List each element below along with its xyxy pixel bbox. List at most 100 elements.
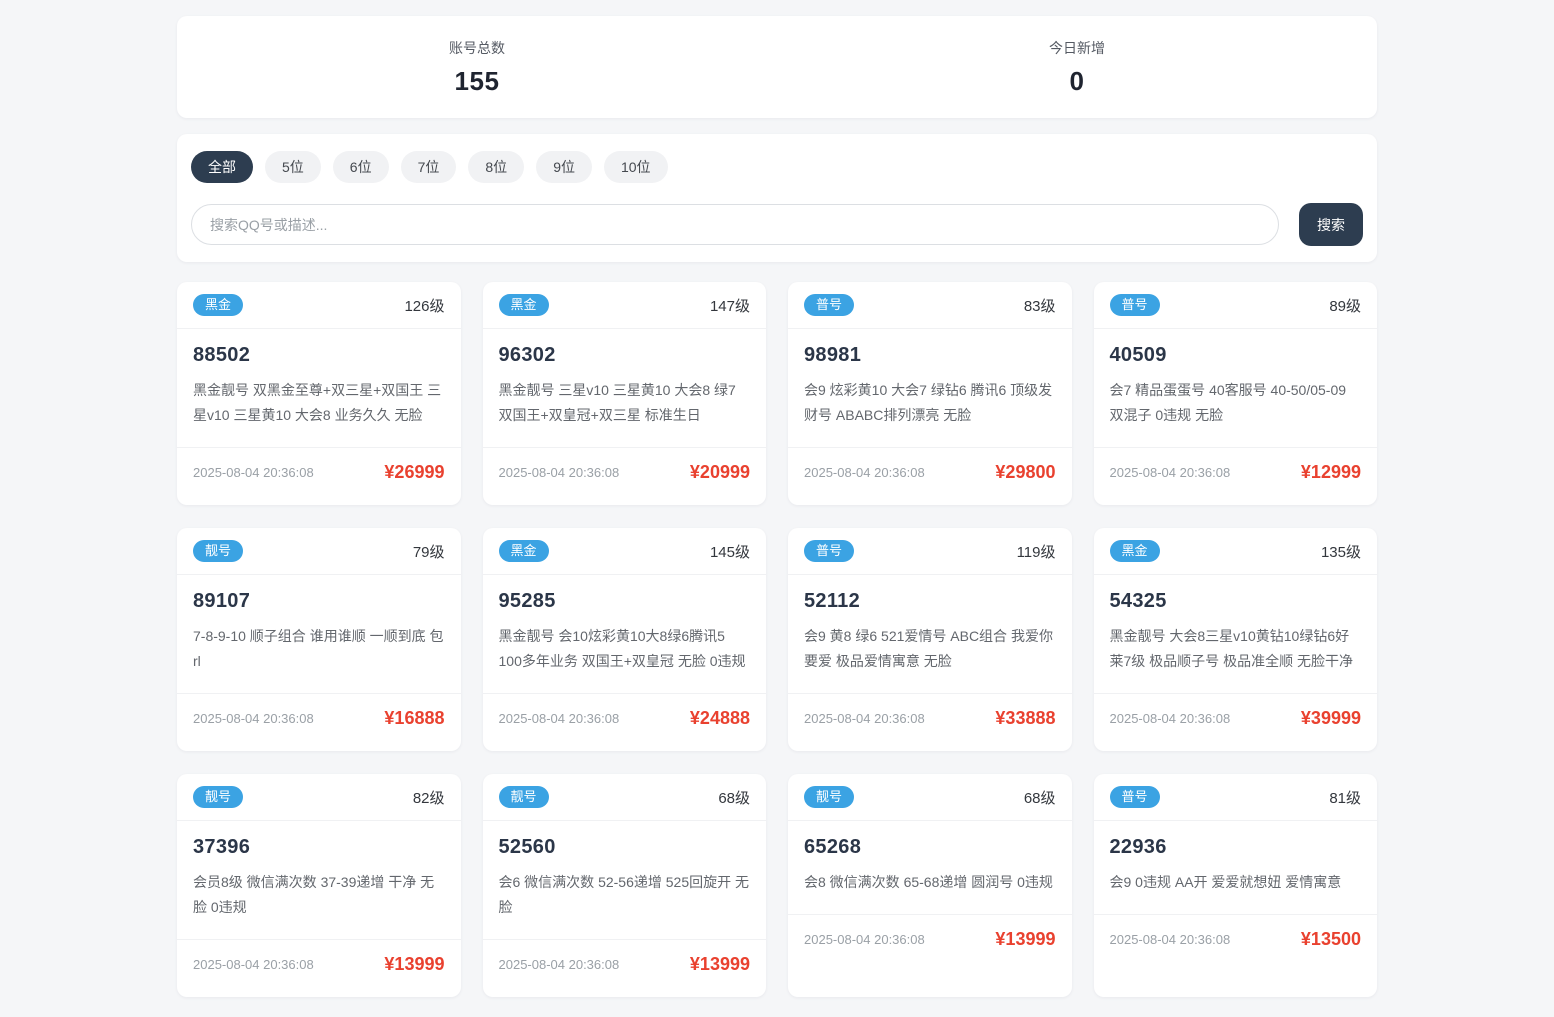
account-type-badge: 黑金 xyxy=(1109,540,1160,562)
account-type-badge: 靓号 xyxy=(498,786,549,808)
qq-number: 88502 xyxy=(193,344,251,366)
card-header: 靓号 79级 xyxy=(177,528,461,575)
card-header: 靓号 68级 xyxy=(482,774,766,821)
account-card[interactable]: 靓号 82级 37396 会员8级 微信满次数 37-39递增 干净 无脸 0违… xyxy=(177,774,461,997)
card-footer: 2025-08-04 20:36:08 ¥13999 xyxy=(177,938,461,989)
listing-timestamp: 2025-08-04 20:36:08 xyxy=(193,710,314,726)
account-level: 82级 xyxy=(412,789,445,807)
account-description: 黑金靓号 会10炫彩黄10大8绿6腾讯5 100多年业务 双国王+双皇冠 无脸 … xyxy=(498,628,746,669)
account-price: ¥12999 xyxy=(1300,461,1361,482)
card-footer: 2025-08-04 20:36:08 ¥26999 xyxy=(177,446,461,497)
account-level: 81级 xyxy=(1329,789,1361,807)
qq-number: 54325 xyxy=(1109,590,1167,612)
card-header: 靓号 68级 xyxy=(788,774,1072,821)
card-footer: 2025-08-04 20:36:08 ¥13999 xyxy=(482,938,766,989)
account-card[interactable]: 普号 83级 98981 会9 炫彩黄10 大会7 绿钻6 腾讯6 顶级发财号 … xyxy=(788,282,1072,505)
qq-number: 96302 xyxy=(498,344,556,366)
stat-today-label: 今日新增 xyxy=(1049,39,1105,56)
digit-filter-tabs: 全部 5位 6位 7位 8位 9位 10位 xyxy=(191,151,1363,183)
qq-number: 52112 xyxy=(804,590,861,612)
account-description: 黑金靓号 大会8三星v10黄钻10绿钻6好莱7级 极品顺子号 极品准全顺 无脸干… xyxy=(1109,628,1353,669)
account-type-badge: 靓号 xyxy=(193,540,244,562)
account-card[interactable]: 黑金 145级 95285 黑金靓号 会10炫彩黄10大8绿6腾讯5 100多年… xyxy=(482,528,766,751)
account-description: 会9 炫彩黄10 大会7 绿钻6 腾讯6 顶级发财号 ABABC排列漂亮 无脸 xyxy=(804,382,1053,423)
search-row: 搜索 xyxy=(191,203,1363,246)
page-container: 账号总数 155 今日新增 0 全部 5位 6位 7位 8位 9位 10位 搜索 黑金 12… xyxy=(177,0,1377,1017)
card-header: 黑金 135级 xyxy=(1093,528,1377,575)
account-card[interactable]: 黑金 126级 88502 黑金靓号 双黑金至尊+双三星+双国王 三星v10 三… xyxy=(177,282,461,505)
search-button[interactable]: 搜索 xyxy=(1299,203,1363,246)
account-description: 黑金靓号 三星v10 三星黄10 大会8 绿7 双国王+双皇冠+双三星 标准生日 xyxy=(498,382,736,423)
card-header: 黑金 126级 xyxy=(177,282,461,329)
stat-total-accounts: 账号总数 155 xyxy=(177,38,777,97)
account-level: 68级 xyxy=(718,789,750,807)
account-level: 68级 xyxy=(1023,789,1056,807)
listing-timestamp: 2025-08-04 20:36:08 xyxy=(498,464,620,480)
account-type-badge: 普号 xyxy=(804,540,855,562)
listing-timestamp: 2025-08-04 20:36:08 xyxy=(804,710,925,726)
account-description: 会8 微信满次数 65-68递增 圆润号 0违规 xyxy=(804,874,1053,890)
filter-tab-5[interactable]: 9位 xyxy=(536,151,592,183)
account-level: 145级 xyxy=(709,543,750,561)
search-input[interactable] xyxy=(191,204,1279,245)
listing-timestamp: 2025-08-04 20:36:08 xyxy=(193,956,314,972)
account-type-badge: 靓号 xyxy=(193,786,244,808)
card-footer: 2025-08-04 20:36:08 ¥13500 xyxy=(1093,913,1377,964)
account-type-badge: 黑金 xyxy=(498,540,549,562)
card-footer: 2025-08-04 20:36:08 ¥33888 xyxy=(788,692,1072,743)
qq-number: 95285 xyxy=(498,590,556,612)
account-card[interactable]: 黑金 135级 54325 黑金靓号 大会8三星v10黄钻10绿钻6好莱7级 极… xyxy=(1093,528,1377,751)
filter-panel: 全部 5位 6位 7位 8位 9位 10位 搜索 xyxy=(177,134,1377,262)
account-price: ¥13999 xyxy=(689,953,750,974)
account-price: ¥13999 xyxy=(384,953,445,974)
account-card[interactable]: 普号 81级 22936 会9 0违规 AA开 爱爱就想妞 爱情寓意 2025-… xyxy=(1093,774,1378,997)
account-card[interactable]: 靓号 68级 65268 会8 微信满次数 65-68递增 圆润号 0违规 20… xyxy=(788,774,1072,997)
account-card[interactable]: 普号 89级 40509 会7 精品蛋蛋号 40客服号 40-50/05-09 … xyxy=(1093,282,1377,505)
account-price: ¥39999 xyxy=(1300,707,1361,728)
card-header: 黑金 147级 xyxy=(482,282,766,329)
card-body: 65268 会8 微信满次数 65-68递增 圆润号 0违规 xyxy=(788,821,1072,914)
account-level: 126级 xyxy=(404,297,445,315)
filter-tab-4[interactable]: 8位 xyxy=(468,151,525,183)
qq-number: 40509 xyxy=(1109,344,1167,366)
account-card[interactable]: 靓号 79级 89107 7-8-9-10 顺子组合 谁用谁顺 一顺到底 包rl… xyxy=(177,528,461,751)
stat-total-value: 155 xyxy=(454,65,500,96)
filter-tab-1[interactable]: 5位 xyxy=(265,151,321,183)
filter-tab-0[interactable]: 全部 xyxy=(191,151,253,183)
account-level: 135级 xyxy=(1320,543,1361,561)
account-grid: 黑金 126级 88502 黑金靓号 双黑金至尊+双三星+双国王 三星v10 三… xyxy=(177,282,1377,997)
account-level: 79级 xyxy=(412,543,445,561)
account-description: 会9 0违规 AA开 爱爱就想妞 爱情寓意 xyxy=(1109,874,1342,890)
card-footer: 2025-08-04 20:36:08 ¥20999 xyxy=(482,446,766,497)
qq-number: 98981 xyxy=(804,344,862,366)
filter-tab-6[interactable]: 10位 xyxy=(603,151,668,183)
account-price: ¥16888 xyxy=(384,707,445,728)
account-type-badge: 黑金 xyxy=(498,294,549,316)
card-body: 89107 7-8-9-10 顺子组合 谁用谁顺 一顺到底 包rl xyxy=(177,575,461,693)
account-description: 7-8-9-10 顺子组合 谁用谁顺 一顺到底 包rl xyxy=(193,628,444,669)
account-type-badge: 靓号 xyxy=(804,786,855,808)
card-body: 37396 会员8级 微信满次数 37-39递增 干净 无脸 0违规 xyxy=(177,821,461,939)
filter-tab-3[interactable]: 7位 xyxy=(400,151,457,183)
card-header: 靓号 82级 xyxy=(177,774,461,821)
card-footer: 2025-08-04 20:36:08 ¥13999 xyxy=(788,913,1072,964)
account-price: ¥33888 xyxy=(995,707,1056,728)
account-price: ¥13999 xyxy=(995,928,1056,949)
card-header: 黑金 145级 xyxy=(482,528,766,575)
stat-today-new: 今日新增 0 xyxy=(777,38,1377,97)
card-header: 普号 81级 xyxy=(1093,774,1377,821)
card-body: 22936 会9 0违规 AA开 爱爱就想妞 爱情寓意 xyxy=(1094,821,1378,914)
account-card[interactable]: 黑金 147级 96302 黑金靓号 三星v10 三星黄10 大会8 绿7 双国… xyxy=(482,282,766,505)
account-type-badge: 普号 xyxy=(1109,294,1160,316)
account-price: ¥29800 xyxy=(995,461,1056,482)
card-footer: 2025-08-04 20:36:08 ¥16888 xyxy=(177,692,461,743)
qq-number: 22936 xyxy=(1109,836,1167,858)
filter-tab-2[interactable]: 6位 xyxy=(332,151,389,183)
account-description: 黑金靓号 双黑金至尊+双三星+双国王 三星v10 三星黄10 大会8 业务久久 … xyxy=(193,382,442,423)
account-price: ¥24888 xyxy=(689,707,750,728)
account-card[interactable]: 靓号 68级 52560 会6 微信满次数 52-56递增 525回旋开 无脸 … xyxy=(482,774,766,997)
card-footer: 2025-08-04 20:36:08 ¥29800 xyxy=(788,446,1072,497)
account-level: 89级 xyxy=(1329,297,1361,315)
qq-number: 89107 xyxy=(193,590,251,612)
account-card[interactable]: 普号 119级 52112 会9 黄8 绿6 521爱情号 ABC组合 我爱你要… xyxy=(788,528,1072,751)
